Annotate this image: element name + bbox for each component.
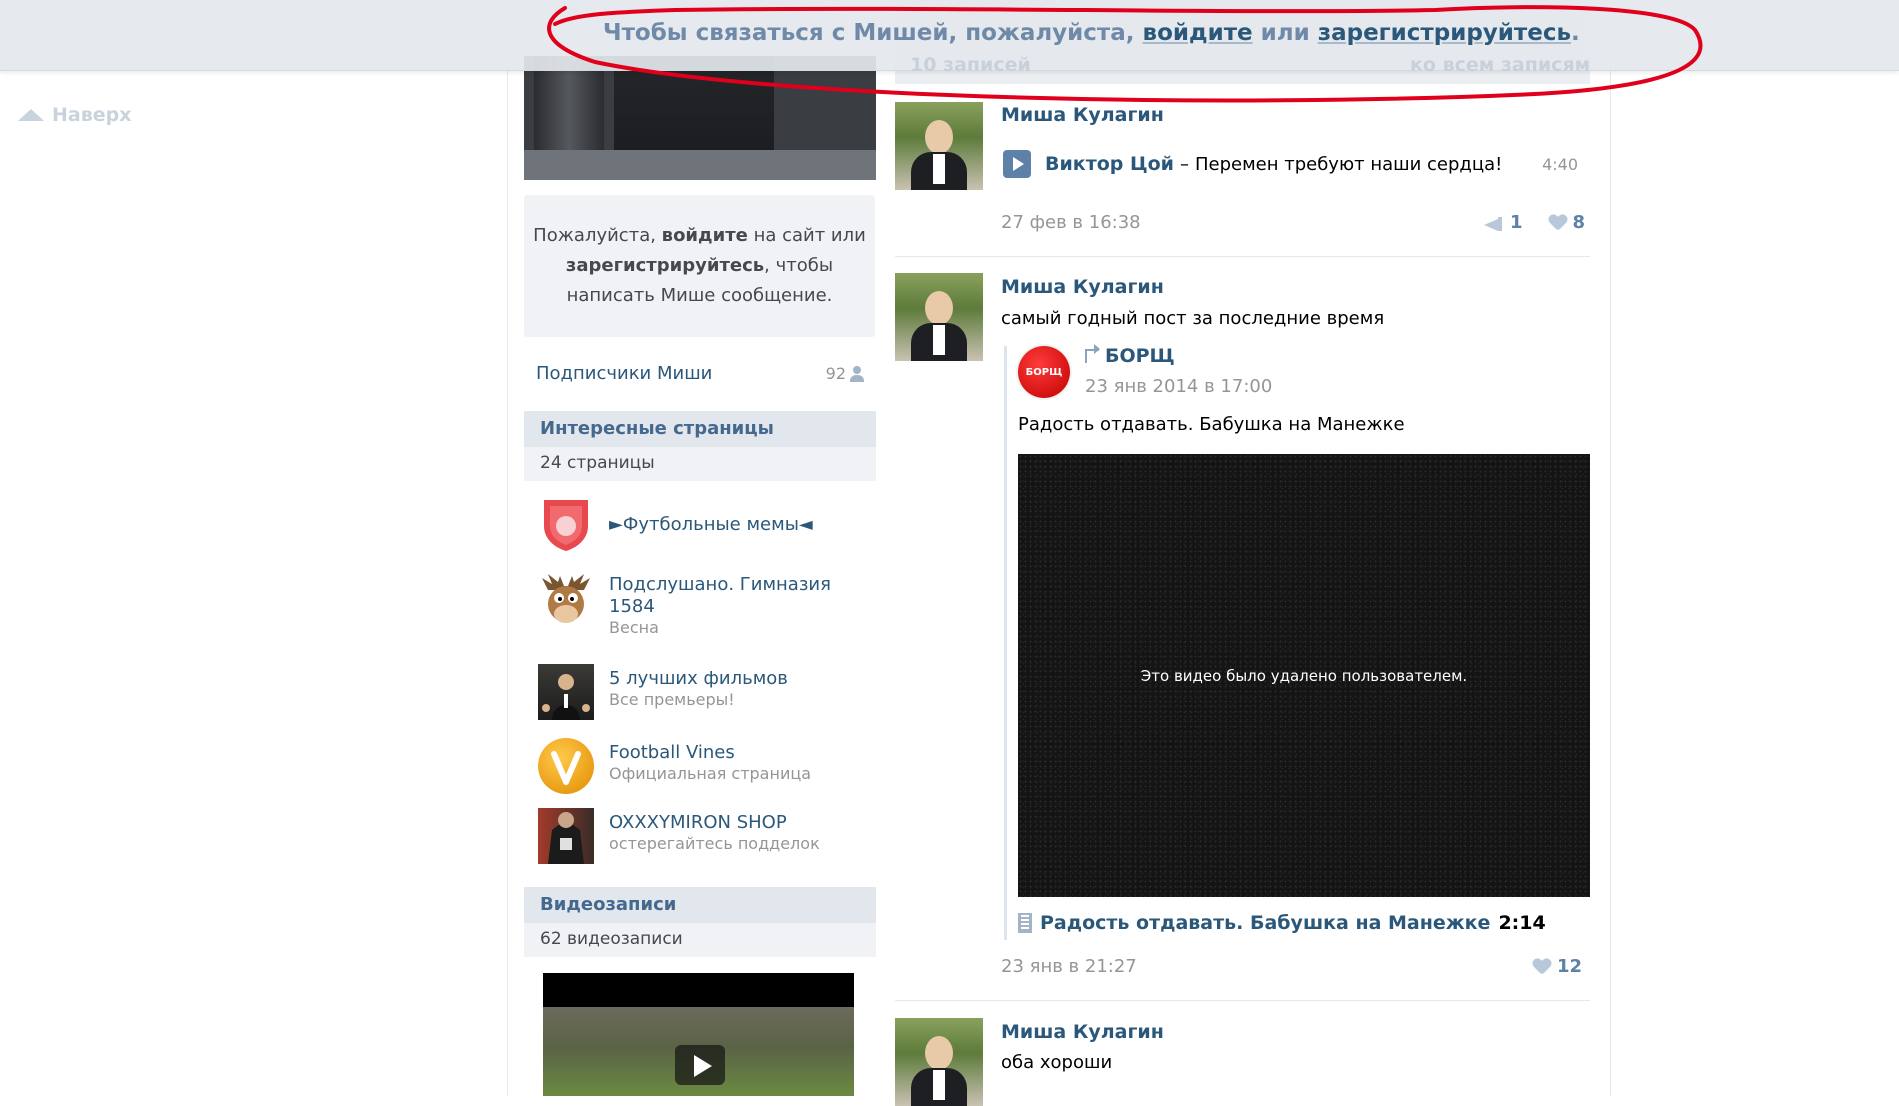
video-link[interactable]: Радость отдавать. Бабушка на Манежке 2:1…: [1018, 912, 1546, 934]
interesting-page-desc: Все премьеры!: [609, 690, 735, 709]
interesting-page-item[interactable]: 5 лучших фильмов Все премьеры!: [538, 664, 878, 726]
moose-avatar: [538, 570, 594, 626]
people-icon: [850, 365, 866, 382]
post-date[interactable]: 27 фев в 16:38: [1001, 212, 1141, 233]
interesting-page-item[interactable]: OXXXYMIRON SHOP остерегайтесь подделок: [538, 808, 878, 870]
borsch-avatar[interactable]: БОРЩ: [1018, 346, 1070, 398]
films-avatar: [538, 664, 594, 720]
wall-count-ghost: 10 записей: [910, 54, 1031, 76]
audio-artist[interactable]: Виктор Цой: [1045, 153, 1174, 175]
like-button[interactable]: 8: [1549, 212, 1586, 233]
scroll-up-label: Наверх: [52, 104, 132, 126]
profile-photo[interactable]: [524, 56, 876, 180]
film-icon: [1018, 913, 1032, 933]
repost-author[interactable]: БОРЩ: [1085, 344, 1175, 367]
login-link[interactable]: войдите: [662, 225, 748, 246]
post-date[interactable]: 23 янв в 21:27: [1001, 956, 1137, 977]
login-prompt-box: Пожалуйста, войдите на сайт или зарегист…: [524, 195, 875, 337]
audio-play-icon[interactable]: [1003, 150, 1031, 178]
repost-border: [1004, 346, 1007, 940]
repost-icon: [1085, 344, 1100, 363]
post-author-avatar[interactable]: [895, 1018, 983, 1106]
login-prompt-line2: зарегистрируйтесь, чтобы: [565, 255, 834, 276]
share-button[interactable]: 1: [1484, 212, 1523, 233]
interesting-page-item[interactable]: Подслушано. Гимназия 1584 Весна: [538, 570, 878, 637]
heart-icon: [1549, 215, 1567, 231]
interesting-page-name[interactable]: 5 лучших фильмов Все премьеры!: [609, 668, 869, 710]
audio-duration: 4:40: [1542, 154, 1578, 174]
heart-icon: [1533, 959, 1551, 975]
audio-dash: –: [1179, 153, 1189, 175]
banner-login-link[interactable]: войдите: [1143, 20, 1253, 46]
post-author-avatar[interactable]: [895, 102, 983, 190]
videos-count: 62 видеозаписи: [524, 923, 876, 957]
post-actions: 12: [1533, 956, 1582, 977]
interesting-page-desc: остерегайтесь подделок: [609, 834, 820, 853]
banner-message: Чтобы связаться с Мишей, пожалуйста, вой…: [603, 20, 1580, 46]
register-link[interactable]: зарегистрируйтесь: [566, 255, 764, 276]
video-removed-message: Это видео было удалено пользователем.: [1140, 666, 1468, 685]
interesting-pages-header[interactable]: Интересные страницы: [524, 411, 876, 447]
post-text: оба хороши: [1001, 1052, 1113, 1073]
photo-ground: [524, 150, 876, 180]
post-author-name[interactable]: Миша Кулагин: [1001, 1021, 1164, 1043]
interesting-page-item[interactable]: Football Vines Официальная страница: [538, 738, 878, 800]
interesting-page-desc: Весна: [609, 618, 659, 637]
interesting-page-item[interactable]: ►Футбольные мемы◄: [538, 496, 878, 558]
megaphone-icon: [1484, 216, 1504, 231]
interesting-page-name[interactable]: ►Футбольные мемы◄: [609, 514, 869, 536]
post-author-name[interactable]: Миша Кулагин: [1001, 276, 1164, 298]
repost-date[interactable]: 23 янв 2014 в 17:00: [1085, 376, 1272, 397]
play-icon: [675, 1045, 725, 1085]
subscribers-label: Подписчики Миши: [536, 363, 713, 384]
subscribers-link[interactable]: Подписчики Миши 92: [536, 363, 866, 384]
arrow-up-icon: [18, 109, 44, 121]
interesting-page-desc: Официальная страница: [609, 764, 812, 783]
all-posts-ghost: ко всем записям: [1410, 54, 1591, 76]
repost-text: Радость отдавать. Бабушка на Манежке: [1018, 414, 1405, 435]
post-author-name[interactable]: Миша Кулагин: [1001, 104, 1164, 126]
post-separator: [895, 256, 1590, 257]
like-button[interactable]: 12: [1533, 956, 1582, 977]
post-actions: 1 8: [1484, 212, 1585, 233]
banner-register-link[interactable]: зарегистрируйтесь: [1318, 20, 1571, 46]
login-prompt-line3: написать Мише сообщение.: [566, 285, 833, 306]
post-author-avatar[interactable]: [895, 273, 983, 361]
login-prompt-line1: Пожалуйста, войдите на сайт или: [533, 225, 866, 246]
oxxxymiron-shop-avatar: [538, 808, 594, 864]
interesting-page-name[interactable]: OXXXYMIRON SHOP остерегайтесь подделок: [609, 812, 869, 854]
post-separator: [895, 1000, 1590, 1001]
video-thumbnail[interactable]: [543, 973, 854, 1096]
videos-header[interactable]: Видеозаписи: [524, 887, 876, 923]
audio-title: Перемен требуют наши сердца!: [1194, 153, 1503, 175]
interesting-pages-count: 24 страницы: [524, 447, 876, 481]
scroll-up-button[interactable]: Наверх: [18, 104, 132, 126]
football-vines-avatar: [538, 738, 594, 794]
interesting-page-name[interactable]: Football Vines Официальная страница: [609, 742, 869, 784]
video-title[interactable]: Радость отдавать. Бабушка на Манежке: [1040, 912, 1490, 934]
video-duration: 2:14: [1498, 912, 1546, 934]
video-player[interactable]: Это видео было удалено пользователем.: [1018, 454, 1590, 897]
post-text: самый годный пост за последние время: [1001, 308, 1385, 329]
football-memes-avatar: [538, 496, 594, 552]
interesting-page-name[interactable]: Подслушано. Гимназия 1584 Весна: [609, 574, 869, 638]
subscribers-count: 92: [826, 363, 866, 384]
audio-track[interactable]: Виктор Цой – Перемен требуют наши сердца…: [1003, 148, 1578, 180]
